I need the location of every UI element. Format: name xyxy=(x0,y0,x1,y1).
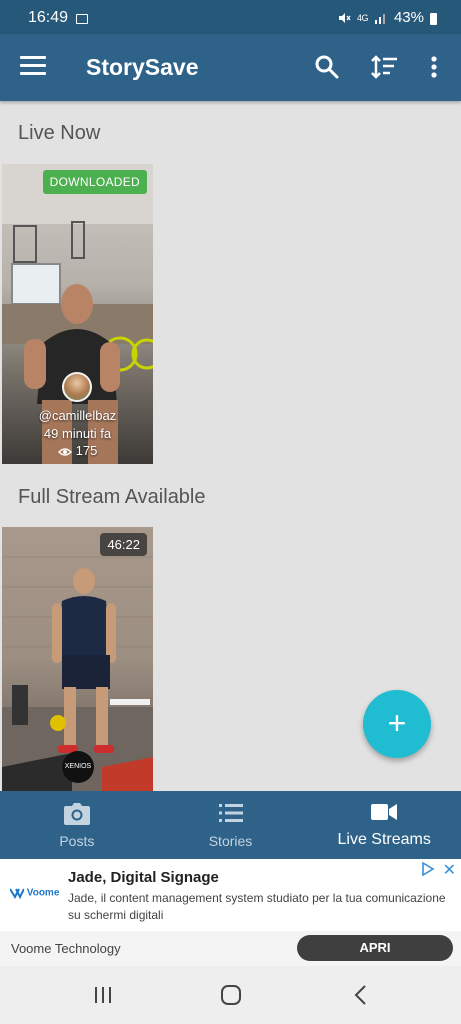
menu-button[interactable] xyxy=(20,56,46,78)
stream-username: @camillelbaz xyxy=(38,408,117,423)
ad-footer: Voome Technology APRI xyxy=(0,931,461,966)
ad-company: Voome Technology xyxy=(11,941,121,956)
battery-icon xyxy=(430,12,437,25)
search-icon[interactable] xyxy=(314,54,340,80)
network-type: 4G xyxy=(356,12,369,23)
app-bar: StorySave xyxy=(0,34,461,101)
voome-logo-icon xyxy=(9,888,25,900)
back-icon[interactable] xyxy=(348,983,374,1007)
home-icon[interactable] xyxy=(218,983,244,1007)
ad-logo: Voome xyxy=(9,887,60,900)
nav-tab-posts[interactable]: Posts xyxy=(0,791,154,859)
ad-title: Jade, Digital Signage xyxy=(68,869,219,886)
list-icon xyxy=(218,804,243,822)
ad-banner[interactable]: Voome Jade, Digital Signage Jade, il con… xyxy=(0,859,461,966)
live-stream-card[interactable]: DOWNLOADED @camillelbaz 49 minuti fa 175 xyxy=(2,164,153,464)
downloaded-badge: DOWNLOADED xyxy=(42,170,147,194)
ad-open-button[interactable]: APRI xyxy=(297,935,453,961)
camera-icon xyxy=(63,803,90,825)
nav-label-stories: Stories xyxy=(208,833,253,849)
add-button[interactable]: + xyxy=(363,690,431,758)
more-options-icon[interactable] xyxy=(424,54,444,80)
status-indicators: 4G 43% xyxy=(337,9,437,26)
status-bar: 16:49 4G 43% xyxy=(0,0,461,34)
eye-icon xyxy=(57,447,72,456)
section-title-live-now: Live Now xyxy=(18,122,101,144)
duration-badge: 46:22 xyxy=(100,533,147,556)
image-notification-icon xyxy=(76,14,88,24)
stream-views-count: 175 xyxy=(75,443,98,458)
nav-tab-stories[interactable]: Stories xyxy=(154,791,308,859)
ad-logo-text: Voome xyxy=(26,887,60,899)
brand-logo: XENIOS xyxy=(62,751,94,783)
ad-close-icon[interactable]: ✕ xyxy=(443,860,456,880)
stream-time-ago: 49 minuti fa xyxy=(43,426,112,441)
bottom-navigation: Posts Stories Live Streams xyxy=(0,791,461,859)
ad-description: Jade, il content management system studi… xyxy=(68,891,446,922)
video-camera-icon xyxy=(371,804,398,820)
status-time: 16:49 xyxy=(28,9,69,26)
nav-label-posts: Posts xyxy=(59,833,95,849)
battery-percent: 43% xyxy=(393,9,424,26)
section-title-full-stream: Full Stream Available xyxy=(18,486,206,508)
signal-icon xyxy=(374,13,385,24)
plus-icon: + xyxy=(387,705,407,741)
app-title: StorySave xyxy=(86,54,199,80)
sort-icon[interactable] xyxy=(370,54,398,80)
nav-tab-live-streams[interactable]: Live Streams xyxy=(307,791,461,859)
nav-label-live-streams: Live Streams xyxy=(337,831,431,848)
ad-choices-icon[interactable] xyxy=(421,862,435,876)
stream-views: 175 xyxy=(2,443,153,458)
system-navigation-bar xyxy=(0,966,461,1024)
avatar xyxy=(62,372,92,402)
full-stream-card[interactable]: 46:22 XENIOS xyxy=(2,527,153,791)
recent-apps-icon[interactable] xyxy=(90,983,116,1007)
mute-icon xyxy=(338,12,351,23)
